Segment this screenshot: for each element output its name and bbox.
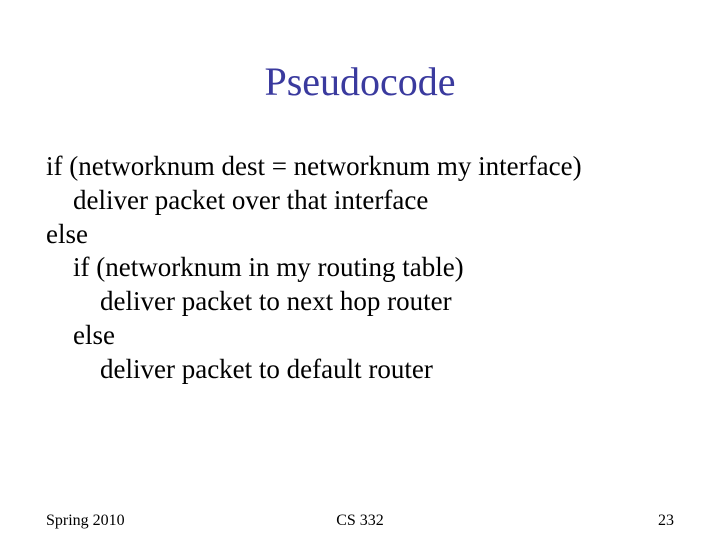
code-line: if (networknum in my routing table)	[46, 251, 676, 285]
code-text: else	[46, 219, 88, 249]
code-line: else	[46, 218, 676, 252]
code-line: else	[46, 319, 676, 353]
code-text: deliver packet over that interface	[73, 185, 428, 215]
slide: Pseudocode if (networknum dest = network…	[0, 0, 720, 540]
slide-title: Pseudocode	[0, 58, 720, 105]
code-text: else	[73, 320, 115, 350]
code-line: if (networknum dest = networknum my inte…	[46, 150, 676, 184]
pseudocode-block: if (networknum dest = networknum my inte…	[46, 150, 676, 386]
code-text: if (networknum in my routing table)	[73, 252, 464, 282]
footer-course: CS 332	[46, 512, 674, 530]
code-line: deliver packet to default router	[46, 353, 676, 387]
code-line: deliver packet to next hop router	[46, 285, 676, 319]
code-text: deliver packet to default router	[100, 354, 433, 384]
code-text: if (networknum dest = networknum my inte…	[46, 151, 582, 181]
code-text: deliver packet to next hop router	[100, 286, 452, 316]
slide-number: 23	[658, 512, 674, 530]
code-line: deliver packet over that interface	[46, 184, 676, 218]
